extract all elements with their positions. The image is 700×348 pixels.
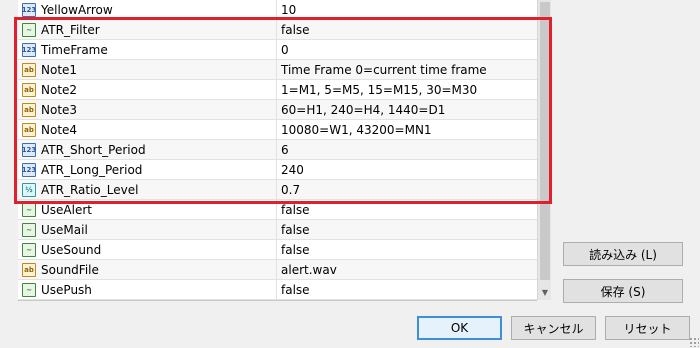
- param-row[interactable]: ~ UsePush false: [18, 280, 537, 300]
- param-type-str-icon: ab: [22, 122, 36, 137]
- parameters-table: 123 YellowArrow 10 ~ ATR_Filter false 123 TimeF…: [18, 0, 537, 301]
- param-value[interactable]: false: [277, 220, 537, 239]
- param-value[interactable]: 6: [277, 140, 537, 159]
- param-type-str-icon: ab: [22, 102, 36, 117]
- param-row[interactable]: ab Note4 10080=W1, 43200=MN1: [18, 120, 537, 140]
- param-type-dbl-icon: ½: [22, 182, 36, 197]
- param-type-str-icon: ab: [22, 262, 36, 277]
- param-value[interactable]: 60=H1, 240=H4, 1440=D1: [277, 100, 537, 119]
- param-value[interactable]: false: [277, 20, 537, 39]
- param-row[interactable]: 123 TimeFrame 0: [18, 40, 537, 60]
- param-name-cell: ab SoundFile: [18, 260, 277, 279]
- param-name: UseSound: [41, 242, 102, 257]
- param-name: Note3: [41, 102, 78, 117]
- param-type-str-icon: ab: [22, 62, 36, 77]
- param-name-cell: ab Note4: [18, 120, 277, 139]
- param-row[interactable]: ab Note1 Time Frame 0=current time frame: [18, 60, 537, 80]
- param-name-cell: 123 ATR_Long_Period: [18, 160, 277, 179]
- param-type-int-icon: 123: [22, 142, 36, 157]
- param-type-bool-icon: ~: [22, 282, 36, 297]
- param-name-cell: ½ ATR_Ratio_Level: [18, 180, 277, 199]
- param-row[interactable]: ~ UseMail false: [18, 220, 537, 240]
- param-row[interactable]: 123 ATR_Short_Period 6: [18, 140, 537, 160]
- param-name-cell: ~ UsePush: [18, 280, 277, 299]
- param-type-int-icon: 123: [22, 42, 36, 57]
- param-value[interactable]: false: [277, 280, 537, 299]
- param-value[interactable]: alert.wav: [277, 260, 537, 279]
- param-name: UsePush: [41, 282, 92, 297]
- param-row[interactable]: 123 YellowArrow 10: [18, 0, 537, 20]
- reset-button[interactable]: リセット: [605, 316, 690, 340]
- param-type-str-icon: ab: [22, 82, 36, 97]
- vertical-scrollbar[interactable]: ▼: [537, 0, 551, 300]
- param-type-bool-icon: ~: [22, 242, 36, 257]
- load-button[interactable]: 読み込み (L): [563, 242, 683, 266]
- param-type-bool-icon: ~: [22, 22, 36, 37]
- param-name-cell: ~ UseMail: [18, 220, 277, 239]
- param-name: YellowArrow: [41, 2, 113, 17]
- param-name-cell: ab Note2: [18, 80, 277, 99]
- resize-grip-icon[interactable]: [689, 337, 699, 347]
- param-name: Note1: [41, 62, 78, 77]
- param-name: UseAlert: [41, 202, 92, 217]
- param-name-cell: 123 TimeFrame: [18, 40, 277, 59]
- param-type-int-icon: 123: [22, 2, 36, 17]
- param-value[interactable]: false: [277, 240, 537, 259]
- param-name-cell: ~ UseAlert: [18, 200, 277, 219]
- param-value[interactable]: 0.7: [277, 180, 537, 199]
- ok-button[interactable]: OK: [417, 316, 502, 340]
- param-name: TimeFrame: [41, 42, 108, 57]
- param-row[interactable]: ~ UseSound false: [18, 240, 537, 260]
- param-value[interactable]: 10080=W1, 43200=MN1: [277, 120, 537, 139]
- parameters-rows: 123 YellowArrow 10 ~ ATR_Filter false 123 TimeF…: [18, 0, 537, 300]
- param-name-cell: ab Note1: [18, 60, 277, 79]
- param-name: Note4: [41, 122, 78, 137]
- param-value[interactable]: 10: [277, 0, 537, 19]
- param-row[interactable]: ~ ATR_Filter false: [18, 20, 537, 40]
- param-name-cell: ~ UseSound: [18, 240, 277, 259]
- param-row[interactable]: ½ ATR_Ratio_Level 0.7: [18, 180, 537, 200]
- param-name-cell: ab Note3: [18, 100, 277, 119]
- param-value[interactable]: 1=M1, 5=M5, 15=M15, 30=M30: [277, 80, 537, 99]
- param-value[interactable]: false: [277, 200, 537, 219]
- cancel-button[interactable]: キャンセル: [511, 316, 596, 340]
- param-value[interactable]: Time Frame 0=current time frame: [277, 60, 537, 79]
- param-name: UseMail: [41, 222, 88, 237]
- param-name: ATR_Short_Period: [41, 142, 146, 157]
- save-button[interactable]: 保存 (S): [563, 279, 683, 303]
- scrollbar-thumb[interactable]: [540, 2, 550, 280]
- param-value[interactable]: 0: [277, 40, 537, 59]
- param-value[interactable]: 240: [277, 160, 537, 179]
- scroll-down-arrow-icon[interactable]: ▼: [538, 284, 552, 300]
- param-name-cell: 123 YellowArrow: [18, 0, 277, 19]
- param-name: ATR_Long_Period: [41, 162, 143, 177]
- param-name: ATR_Ratio_Level: [41, 182, 139, 197]
- param-row[interactable]: ~ UseAlert false: [18, 200, 537, 220]
- param-name: ATR_Filter: [41, 22, 100, 37]
- param-row[interactable]: ab Note3 60=H1, 240=H4, 1440=D1: [18, 100, 537, 120]
- param-type-int-icon: 123: [22, 162, 36, 177]
- param-name: SoundFile: [41, 262, 99, 277]
- param-type-bool-icon: ~: [22, 222, 36, 237]
- param-row[interactable]: 123 ATR_Long_Period 240: [18, 160, 537, 180]
- param-name-cell: ~ ATR_Filter: [18, 20, 277, 39]
- param-name: Note2: [41, 82, 78, 97]
- param-type-bool-icon: ~: [22, 202, 36, 217]
- param-row[interactable]: ab Note2 1=M1, 5=M5, 15=M15, 30=M30: [18, 80, 537, 100]
- param-name-cell: 123 ATR_Short_Period: [18, 140, 277, 159]
- param-row[interactable]: ab SoundFile alert.wav: [18, 260, 537, 280]
